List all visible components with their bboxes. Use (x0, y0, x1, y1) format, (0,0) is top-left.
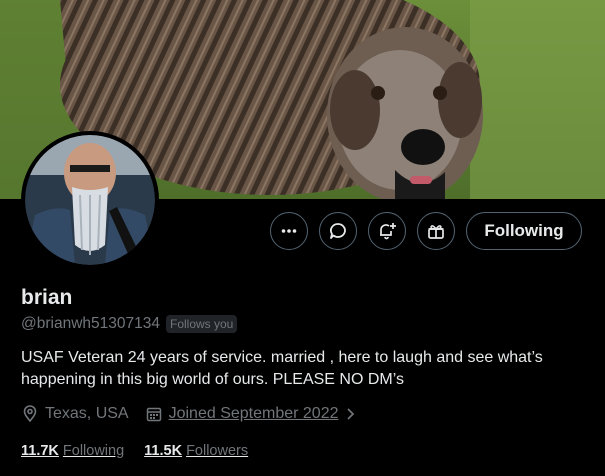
followers-count: 11.5K (144, 443, 183, 459)
profile-location-text: Texas, USA (45, 405, 129, 422)
profile-handle: @brianwh51307134 (21, 315, 160, 332)
follows-you-badge: Follows you (165, 315, 238, 333)
followers-stat-link[interactable]: 11.5K Followers (144, 443, 248, 459)
profile-bio: USAF Veteran 24 years of service. marrie… (21, 349, 543, 388)
profile-location: Texas, USA (21, 405, 129, 423)
profile-stats-row: 11.7K Following 11.5K Followers (21, 443, 268, 459)
followers-label: Followers (186, 443, 249, 459)
profile-joined-text[interactable]: Joined September 2022 (169, 405, 339, 423)
message-button[interactable] (319, 212, 357, 250)
profile-avatar[interactable] (21, 131, 159, 269)
following-count: 11.7K (21, 443, 59, 459)
following-button[interactable]: Following (466, 212, 582, 250)
profile-meta-row: Texas, USA Joined September 2022 (21, 405, 373, 423)
profile-joined[interactable]: Joined September 2022 (145, 405, 357, 423)
more-options-button[interactable] (270, 212, 308, 250)
following-label: Following (62, 443, 125, 459)
message-bubble-icon (330, 223, 346, 239)
location-pin-icon (23, 405, 37, 423)
notifications-button[interactable] (368, 212, 406, 250)
profile-page: Following brian @brianwh51307134 Follows… (0, 0, 605, 476)
following-stat-link[interactable]: 11.7K Following (21, 443, 124, 459)
bell-plus-icon (380, 223, 396, 240)
chevron-right-icon (346, 408, 354, 420)
profile-handle-row: @brianwh51307134 Follows you (21, 315, 238, 333)
more-horizontal-icon (281, 229, 297, 233)
profile-display-name: brian (21, 286, 73, 309)
gift-icon (428, 225, 444, 239)
gift-button[interactable] (417, 212, 455, 250)
calendar-icon (146, 407, 161, 422)
